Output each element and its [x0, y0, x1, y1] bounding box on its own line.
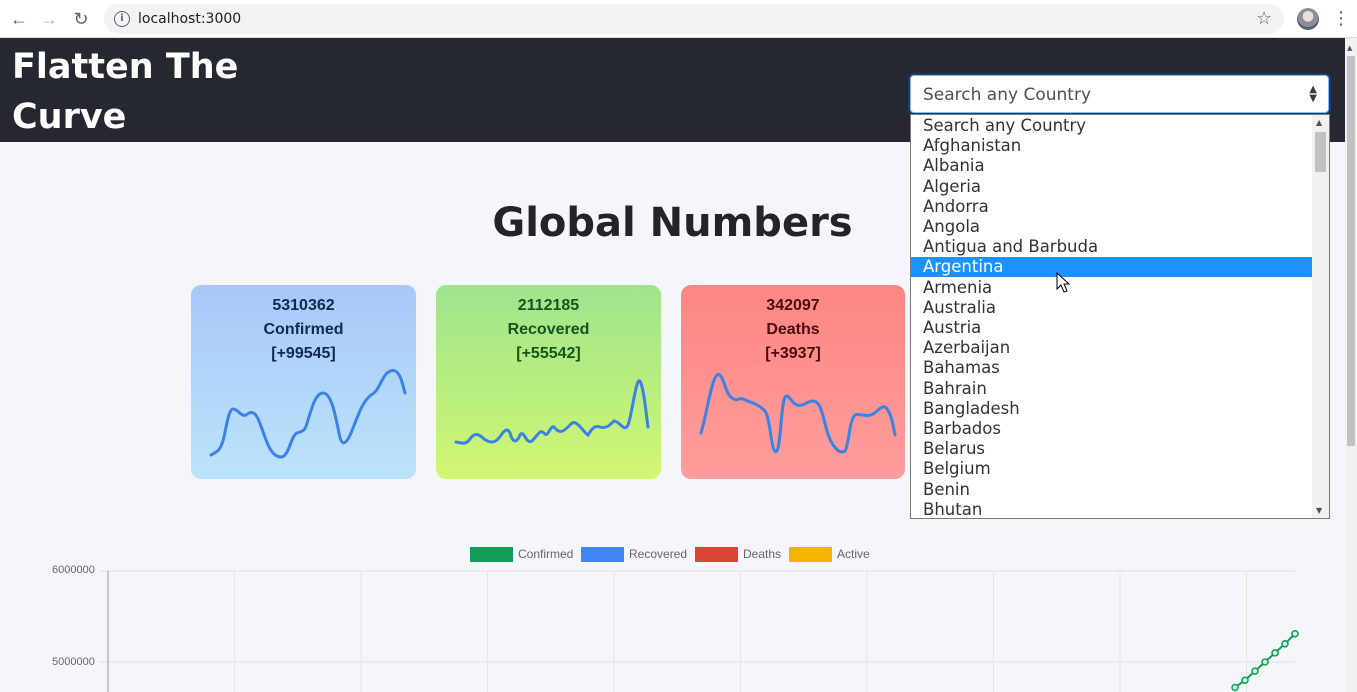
site-info-icon[interactable]: i: [114, 11, 130, 27]
page-scroll-up-icon[interactable]: ▲: [1347, 44, 1352, 52]
page-scrollbar[interactable]: ▲: [1345, 38, 1357, 692]
country-option[interactable]: Barbados: [911, 419, 1312, 439]
url-text[interactable]: localhost:3000: [138, 11, 241, 27]
country-option[interactable]: Austria: [911, 318, 1312, 338]
country-option[interactable]: Argentina: [911, 257, 1312, 278]
data-point-confirmed[interactable]: [1241, 676, 1249, 684]
country-option[interactable]: Bangladesh: [911, 399, 1312, 419]
country-option[interactable]: Angola: [911, 217, 1312, 237]
country-option[interactable]: Benin: [911, 480, 1312, 500]
chart-plot-area: [100, 570, 1299, 692]
country-option[interactable]: Bahamas: [911, 358, 1312, 378]
bookmark-star-icon[interactable]: ☆: [1256, 8, 1272, 30]
country-select[interactable]: Search any Country ▲ ▼: [910, 75, 1329, 113]
deaths-card: 342097 Deaths [+3937]: [681, 285, 905, 479]
dropdown-scrollbar[interactable]: ▲ ▼: [1312, 115, 1329, 518]
data-point-confirmed[interactable]: [1261, 658, 1269, 666]
country-option[interactable]: Belgium: [911, 459, 1312, 479]
confirmed-card: 5310362 Confirmed [+99545]: [191, 285, 416, 479]
country-option[interactable]: Azerbaijan: [911, 338, 1312, 358]
data-point-confirmed[interactable]: [1291, 630, 1299, 638]
deaths-sparkline: [699, 373, 897, 454]
country-option[interactable]: Algeria: [911, 177, 1312, 197]
app-title: Flatten The Curve: [12, 47, 239, 137]
country-option[interactable]: Afghanistan: [911, 136, 1312, 156]
select-caret-icon: ▲ ▼: [1309, 84, 1317, 104]
page-scroll-thumb[interactable]: [1347, 56, 1355, 446]
confirmed-sparkline: [209, 369, 407, 459]
country-dropdown-list[interactable]: Search any Country Afghanistan Albania Alge…: [910, 114, 1330, 519]
country-option[interactable]: Albania: [911, 156, 1312, 176]
profile-avatar[interactable]: [1297, 8, 1319, 30]
country-select-value: Search any Country: [923, 85, 1091, 105]
dropdown-scroll-thumb[interactable]: [1315, 132, 1326, 172]
address-bar[interactable]: i localhost:3000: [104, 4, 1284, 34]
scroll-up-arrow-icon[interactable]: ▲: [1316, 118, 1322, 127]
browser-toolbar: ← → ↻ i localhost:3000 ☆ ⋮: [0, 0, 1357, 38]
recovered-sparkline: [454, 379, 650, 445]
data-point-confirmed[interactable]: [1281, 640, 1289, 648]
data-point-confirmed[interactable]: [1271, 649, 1279, 657]
country-option[interactable]: Antigua and Barbuda: [911, 237, 1312, 257]
reload-icon[interactable]: ↻: [70, 8, 92, 30]
data-point-confirmed[interactable]: [1231, 683, 1239, 692]
country-option[interactable]: Andorra: [911, 197, 1312, 217]
country-option[interactable]: Armenia: [911, 278, 1312, 298]
country-option[interactable]: Bahrain: [911, 379, 1312, 399]
global-line-chart: Confirmed Recovered Deaths Active 600000…: [0, 540, 1345, 692]
mouse-cursor-icon: [1056, 272, 1071, 293]
forward-arrow-icon[interactable]: →: [38, 8, 60, 30]
back-arrow-icon[interactable]: ←: [8, 8, 30, 30]
recovered-card: 2112185 Recovered [+55542]: [436, 285, 661, 479]
country-option[interactable]: Bhutan: [911, 500, 1312, 518]
kebab-menu-icon[interactable]: ⋮: [1332, 8, 1350, 30]
country-option[interactable]: Australia: [911, 298, 1312, 318]
country-option[interactable]: Search any Country: [911, 116, 1312, 136]
country-option[interactable]: Belarus: [911, 439, 1312, 459]
data-point-confirmed[interactable]: [1251, 667, 1259, 675]
scroll-down-arrow-icon[interactable]: ▼: [1316, 506, 1322, 515]
